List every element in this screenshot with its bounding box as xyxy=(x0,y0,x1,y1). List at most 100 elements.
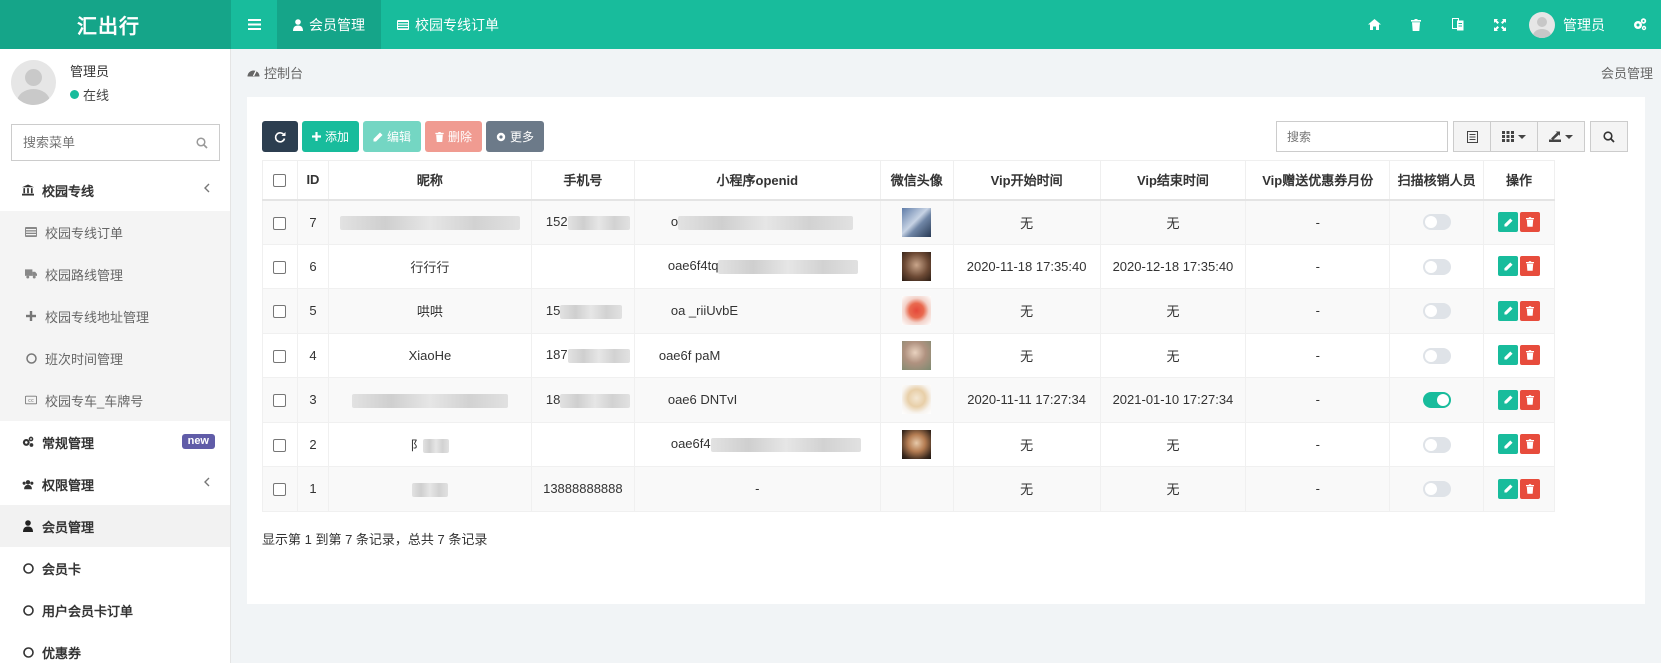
clear-cache-button[interactable] xyxy=(1395,0,1437,49)
row-edit-button[interactable] xyxy=(1498,478,1518,499)
cell-vip-end: 无 xyxy=(1099,199,1247,245)
row-edit-button[interactable] xyxy=(1498,345,1518,366)
cell-coupon-month: - xyxy=(1245,466,1391,512)
sidebar-item-member-card-orders[interactable]: 用户会员卡订单 xyxy=(0,589,230,631)
row-checkbox[interactable] xyxy=(273,438,287,452)
column-header[interactable]: 扫描核销人员 xyxy=(1389,160,1485,201)
tab-member-management[interactable]: 会员管理 xyxy=(277,0,381,49)
new-badge: new xyxy=(181,434,215,449)
column-header[interactable]: 昵称 xyxy=(327,160,532,201)
column-header[interactable]: Vip开始时间 xyxy=(952,160,1101,201)
row-edit-button[interactable] xyxy=(1498,212,1518,232)
edit-button[interactable]: 编辑 xyxy=(363,121,422,152)
row-checkbox[interactable] xyxy=(273,305,287,319)
table-row[interactable]: 3 18 oae6 DNTvI 2020-11-11 17:27:34 2021… xyxy=(262,377,1555,423)
row-checkbox[interactable] xyxy=(273,483,287,497)
sidebar-item-campus-routes[interactable]: 校园路线管理 xyxy=(0,253,230,295)
settings-button[interactable] xyxy=(1619,0,1661,49)
header-user-menu[interactable]: 管理员 xyxy=(1521,11,1619,38)
column-header[interactable]: 微信头像 xyxy=(879,160,954,201)
row-edit-button[interactable] xyxy=(1498,389,1518,410)
row-edit-button[interactable] xyxy=(1498,256,1518,277)
sidebar-item-general[interactable]: 常规管理 new xyxy=(0,421,230,463)
columns-dropdown-button[interactable] xyxy=(1491,121,1538,152)
sidebar-item-member-card[interactable]: 会员卡 xyxy=(0,547,230,589)
cell-actions xyxy=(1483,466,1555,512)
row-delete-button[interactable] xyxy=(1520,389,1540,410)
row-checkbox[interactable] xyxy=(273,349,287,363)
sidebar-toggle-button[interactable] xyxy=(231,0,277,49)
scanner-toggle[interactable] xyxy=(1422,303,1451,320)
language-button[interactable] xyxy=(1437,0,1479,49)
export-dropdown-button[interactable] xyxy=(1538,121,1585,152)
home-button[interactable] xyxy=(1353,0,1395,49)
sidebar-item-campus-plates[interactable]: cc 校园专车_车牌号 xyxy=(0,379,230,421)
redacted-text xyxy=(567,215,630,230)
table-row[interactable]: 2 阝 oae6f4 无 无 - xyxy=(262,421,1555,467)
row-delete-button[interactable] xyxy=(1520,300,1540,321)
table-search-input[interactable] xyxy=(1276,121,1448,152)
search-button[interactable] xyxy=(1590,121,1628,152)
sidebar-item-label: 校园专线订单 xyxy=(45,225,124,241)
more-button[interactable]: 更多 xyxy=(486,121,545,152)
app-logo[interactable]: 汇出行 xyxy=(0,0,231,49)
table-row[interactable]: 4 XiaoHe 187 oae6f paM 无 无 - xyxy=(262,332,1555,378)
row-checkbox[interactable] xyxy=(273,216,287,230)
online-dot-icon xyxy=(70,89,79,99)
tab-campus-orders[interactable]: 校园专线订单 xyxy=(381,0,515,49)
column-header[interactable]: ID xyxy=(296,160,329,201)
table-tools-right xyxy=(1276,121,1628,152)
fullscreen-button[interactable] xyxy=(1479,0,1521,49)
sidebar-item-campus-address[interactable]: 校园专线地址管理 xyxy=(0,295,230,337)
wechat-avatar-image[interactable] xyxy=(902,429,932,459)
status-text: 在线 xyxy=(83,87,110,103)
scanner-toggle[interactable] xyxy=(1422,436,1451,453)
wechat-avatar-image[interactable] xyxy=(902,385,932,415)
breadcrumb-home-link[interactable]: 控制台 xyxy=(264,63,303,82)
row-delete-button[interactable] xyxy=(1520,478,1540,499)
table-row[interactable]: 6 行行行 oae6f4tq 2020-11-18 17:35:40 2020-… xyxy=(262,243,1555,289)
row-delete-button[interactable] xyxy=(1520,345,1540,366)
scanner-toggle[interactable] xyxy=(1422,481,1451,498)
cell-avatar xyxy=(879,421,954,467)
select-all-cell[interactable] xyxy=(262,160,298,201)
column-header[interactable]: 小程序openid xyxy=(633,160,881,201)
row-delete-button[interactable] xyxy=(1520,434,1540,455)
sidebar-item-coupons[interactable]: 优惠券 xyxy=(0,631,230,663)
select-all-checkbox[interactable] xyxy=(273,174,287,188)
refresh-button[interactable] xyxy=(262,121,298,152)
menu-search-input[interactable] xyxy=(23,135,193,150)
row-delete-button[interactable] xyxy=(1520,212,1540,232)
sidebar-item-campus-orders[interactable]: 校园专线订单 xyxy=(0,211,230,253)
sidebar-item-campus-line[interactable]: 校园专线 xyxy=(0,169,230,211)
column-header[interactable]: 手机号 xyxy=(530,160,635,201)
table-row[interactable]: 1 13888888888 - 无 无 - xyxy=(262,466,1555,512)
sidebar-item-permissions[interactable]: 权限管理 xyxy=(0,463,230,505)
table-row[interactable]: 7 152 o 无 无 - xyxy=(262,199,1555,245)
delete-button[interactable]: 删除 xyxy=(425,121,483,152)
scanner-toggle[interactable] xyxy=(1422,347,1451,364)
row-delete-button[interactable] xyxy=(1520,256,1540,277)
sidebar-item-shift-time[interactable]: 班次时间管理 xyxy=(0,337,230,379)
cell-coupon-month: - xyxy=(1245,377,1391,423)
row-checkbox[interactable] xyxy=(273,260,287,274)
table-row[interactable]: 5 哄哄 15 oa _riiUvbE 无 无 - xyxy=(262,288,1555,334)
wechat-avatar-image[interactable] xyxy=(902,296,932,326)
cell-avatar xyxy=(879,288,954,334)
scanner-toggle[interactable] xyxy=(1422,392,1451,409)
wechat-avatar-image[interactable] xyxy=(902,340,932,370)
scanner-toggle[interactable] xyxy=(1422,214,1451,231)
row-edit-button[interactable] xyxy=(1498,434,1518,455)
column-header[interactable]: Vip结束时间 xyxy=(1099,160,1247,201)
row-checkbox[interactable] xyxy=(273,394,287,408)
add-button[interactable]: 添加 xyxy=(302,121,360,152)
scanner-toggle[interactable] xyxy=(1422,258,1451,275)
row-edit-button[interactable] xyxy=(1498,300,1518,321)
toggle-view-button[interactable] xyxy=(1453,121,1491,152)
column-header[interactable]: Vip赠送优惠券月份 xyxy=(1245,160,1391,201)
wechat-avatar-image[interactable] xyxy=(902,251,932,281)
sidebar-item-members[interactable]: 会员管理 xyxy=(0,505,230,547)
wechat-avatar-image[interactable] xyxy=(902,207,932,237)
bank-icon xyxy=(22,183,34,197)
refresh-icon xyxy=(274,131,286,143)
